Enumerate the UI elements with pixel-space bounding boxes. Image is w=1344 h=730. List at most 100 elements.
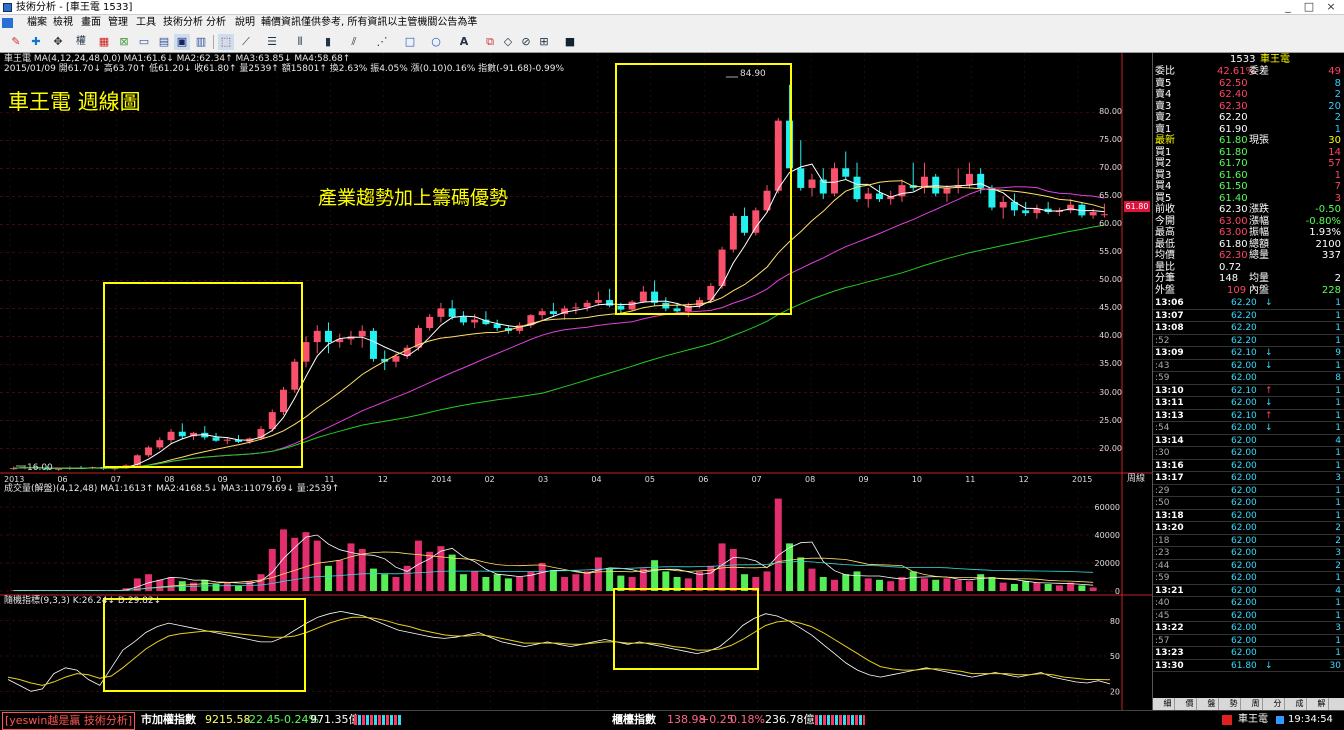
weight-button[interactable]: 權	[70, 34, 92, 50]
volume-bar	[561, 577, 568, 591]
window-icon[interactable]: ▭	[136, 34, 152, 50]
tick-volume: 1	[1335, 297, 1341, 310]
volume-bar	[1090, 587, 1097, 591]
tick-price: 62.00	[1231, 560, 1257, 573]
menu-view[interactable]: 檢視	[50, 15, 76, 31]
candle-body	[752, 210, 759, 232]
link-icon[interactable]: ⊘	[518, 34, 534, 50]
bid-price: 61.40	[1219, 193, 1248, 205]
volume-bar	[943, 578, 950, 591]
tick-time: 13:10	[1155, 385, 1184, 398]
bars-icon[interactable]: ▮	[320, 34, 336, 50]
eraser-icon[interactable]: ◇	[500, 34, 516, 50]
tick-time: :29	[1155, 485, 1169, 498]
quote-tab[interactable]: 成	[1293, 698, 1307, 710]
highlight-boxes	[104, 64, 791, 691]
alert-icon[interactable]	[1222, 715, 1232, 725]
ask-row: 賣262.202	[1153, 112, 1344, 124]
menu-screen[interactable]: 畫面	[78, 15, 104, 31]
tick-time: :52	[1155, 335, 1169, 348]
quote-tab[interactable]: 價	[1183, 698, 1197, 710]
quote-tab[interactable]: 勢	[1227, 698, 1241, 710]
tick-volume: 1	[1335, 310, 1341, 323]
highlight-box-3	[104, 599, 305, 691]
volume-bar	[1056, 585, 1063, 591]
tick-volume: 1	[1335, 597, 1341, 610]
time-tick-label: 11	[965, 475, 975, 484]
tick-price: 62.00	[1231, 597, 1257, 610]
chart-area[interactable]: 6000040000200000 805020 車王電 MA(4,12,24,4…	[0, 53, 1152, 710]
time-tick-label: 10	[912, 475, 922, 484]
quote-tab[interactable]: 盤	[1205, 698, 1219, 710]
quote-tab[interactable]: 分	[1271, 698, 1285, 710]
volume-bar	[471, 571, 478, 591]
quote-tab[interactable]: 細	[1161, 698, 1175, 710]
move-icon[interactable]: ✥	[50, 34, 66, 50]
crosshair-icon[interactable]: ✚	[28, 34, 44, 50]
grid-icon[interactable]: ⊞	[536, 34, 552, 50]
tick-time: 13:23	[1155, 647, 1184, 660]
chart-red-icon[interactable]: ▦	[96, 34, 112, 50]
maximize-button[interactable]: □	[1300, 1, 1318, 14]
tick-row: :2362.003	[1153, 547, 1344, 560]
vertical-lines-icon[interactable]: ⦀	[292, 34, 308, 50]
stat-value: 0.72	[1219, 262, 1241, 274]
otc-change: +0.25	[700, 711, 734, 729]
layout-icon[interactable]: ▤	[156, 34, 172, 50]
bid-volume: 7	[1335, 181, 1341, 193]
tick-time: 13:30	[1155, 660, 1184, 673]
menu-manage[interactable]: 管理	[105, 15, 131, 31]
text-tool-icon[interactable]: A	[456, 34, 472, 50]
stat-label: 最高	[1155, 227, 1175, 239]
quote-tab[interactable]: 周	[1249, 698, 1263, 710]
tick-price: 62.00	[1231, 372, 1257, 385]
pin-icon[interactable]: ✎	[8, 34, 24, 50]
time-tick-label: 2015	[1072, 475, 1092, 484]
candle-body	[449, 308, 456, 316]
tick-price: 62.00	[1231, 485, 1257, 498]
menu-tools[interactable]: 工具	[133, 15, 159, 31]
price-tick-label: 30.00	[1090, 388, 1122, 397]
menu-analysis[interactable]: 分析	[203, 15, 229, 31]
tick-row: 13:0962.10↓9	[1153, 347, 1344, 360]
stat-value2: 337	[1322, 250, 1341, 262]
close-button[interactable]: ×	[1322, 1, 1340, 14]
menu-help[interactable]: 說明	[232, 15, 258, 31]
save-icon[interactable]: ■	[562, 34, 578, 50]
otc-amount: 236.78億	[765, 711, 815, 729]
menu-file[interactable]: 檔案	[24, 15, 50, 31]
tick-time: 13:14	[1155, 435, 1184, 448]
ask-price: 62.50	[1219, 78, 1248, 90]
time-tick-label: 02	[485, 475, 495, 484]
volume-bar	[392, 577, 399, 591]
layout-active-icon[interactable]: ▣	[174, 34, 190, 50]
tick-row: 13:1162.00↓1	[1153, 397, 1344, 410]
candle-body	[437, 308, 444, 316]
bid-price: 61.80	[1219, 147, 1248, 159]
horizontal-line-icon[interactable]: ☰	[264, 34, 280, 50]
candle-body	[280, 390, 287, 412]
line-tool-icon[interactable]: ⟋	[238, 34, 254, 50]
draw-select-icon[interactable]: ⬚	[218, 34, 234, 50]
candle-body	[617, 306, 624, 310]
copy-icon[interactable]: ⧉	[482, 34, 498, 50]
close-chart-icon[interactable]: ⊠	[116, 34, 132, 50]
volume-bar	[550, 570, 557, 591]
time-tick-label: 09	[858, 475, 868, 484]
minimize-button[interactable]: _	[1279, 1, 1297, 14]
rectangle-icon[interactable]: □	[402, 34, 418, 50]
channel-icon[interactable]: ⋰	[374, 34, 390, 50]
ellipse-icon[interactable]: ○	[428, 34, 444, 50]
ask-price: 62.20	[1219, 112, 1248, 124]
fan-icon[interactable]: ⫽	[346, 34, 362, 50]
tick-arrow: ↑	[1265, 385, 1273, 398]
candle-body	[741, 216, 748, 233]
tick-time: :44	[1155, 560, 1169, 573]
menu-technical[interactable]: 技術分析	[160, 15, 206, 31]
kd-header: 隨機指標(9,3,3) K:26.24↓ D:29.82↓	[4, 596, 161, 606]
ask-row: 賣161.901	[1153, 124, 1344, 136]
layout2-icon[interactable]: ▥	[193, 34, 209, 50]
quote-tab[interactable]: 解	[1315, 698, 1329, 710]
volume-bar	[854, 571, 861, 591]
ratio-label: 委比	[1155, 66, 1175, 78]
